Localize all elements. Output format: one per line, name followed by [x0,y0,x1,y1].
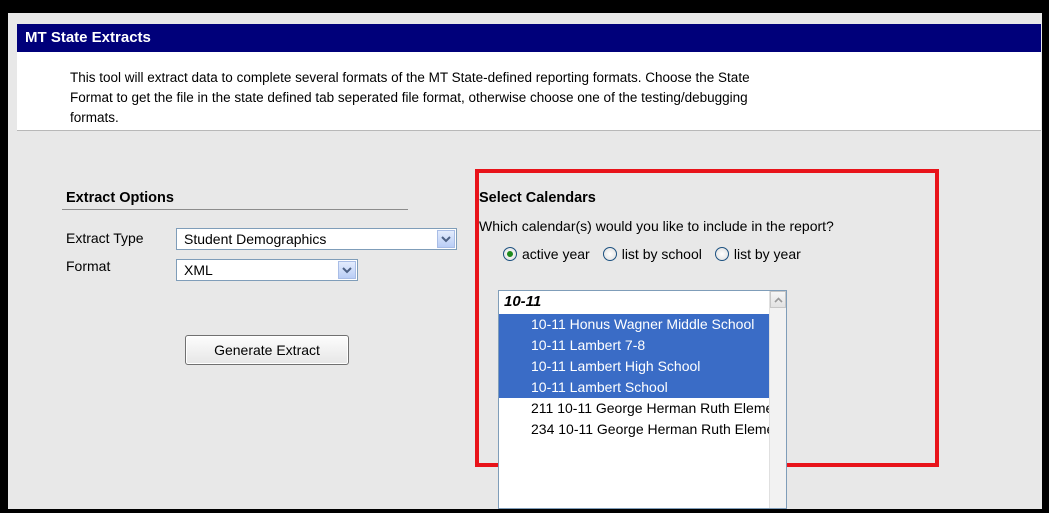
page-title: MT State Extracts [17,24,1041,52]
window-frame-bottom [0,509,1049,513]
calendar-listbox[interactable]: 10-11 10-11 Honus Wagner Middle School 1… [498,290,787,509]
listbox-scrollbar[interactable] [769,291,786,508]
radio-list-by-year[interactable]: list by year [714,246,801,262]
radio-button[interactable] [714,247,729,261]
radio-button[interactable] [602,247,617,261]
chevron-down-icon[interactable] [437,230,455,248]
intro-text: This tool will extract data to complete … [70,68,950,128]
radio-list-by-school[interactable]: list by school [602,246,702,262]
extract-type-value: Student Demographics [184,231,327,247]
generate-extract-button[interactable]: Generate Extract [185,335,349,365]
radio-active-year-label[interactable]: active year [522,246,590,262]
format-label: Format [66,258,111,274]
calendar-question: Which calendar(s) would you like to incl… [479,218,834,234]
calendar-option[interactable]: 211 10-11 George Herman Ruth Elementary [499,398,770,419]
extract-options-heading: Extract Options [66,190,174,206]
calendar-option[interactable]: 10-11 Lambert 7-8 [499,335,770,356]
intro-section: This tool will extract data to complete … [17,52,1041,131]
radio-active-year[interactable]: active year [503,246,590,262]
calendar-option[interactable]: 10-11 Lambert School [499,377,770,398]
intro-line-3: formats. [70,110,119,125]
calendar-option[interactable]: 10-11 Lambert High School [499,356,770,377]
arrow-up-icon[interactable] [770,291,786,308]
extract-type-select[interactable]: Student Demographics [176,228,457,250]
calendar-option[interactable]: 234 10-11 George Herman Ruth Elementary [499,419,770,440]
format-select[interactable]: XML [176,259,358,281]
extract-type-label: Extract Type [66,230,144,246]
calendar-group-label: 10-11 [504,293,542,310]
radio-list-by-year-label[interactable]: list by year [734,246,801,262]
window-frame-right [1042,0,1049,513]
intro-line-2: Format to get the file in the state defi… [70,90,748,105]
format-value: XML [184,262,213,278]
window-frame-left [0,0,8,513]
select-calendars-heading: Select Calendars [479,190,596,206]
extract-panel: MT State Extracts This tool will extract… [8,13,1042,509]
radio-dot [507,251,513,257]
window-frame-top [0,0,1049,13]
extract-options-divider [62,209,408,210]
chevron-down-icon[interactable] [338,261,356,279]
radio-list-by-school-label[interactable]: list by school [622,246,702,262]
calendar-mode-radios: active year list by school list by year [503,242,814,266]
intro-line-1: This tool will extract data to complete … [70,70,750,85]
calendar-option[interactable]: 10-11 Honus Wagner Middle School [499,314,770,335]
radio-button-selected[interactable] [503,247,517,261]
content-area: Extract Options Extract Type Student Dem… [17,132,1041,509]
